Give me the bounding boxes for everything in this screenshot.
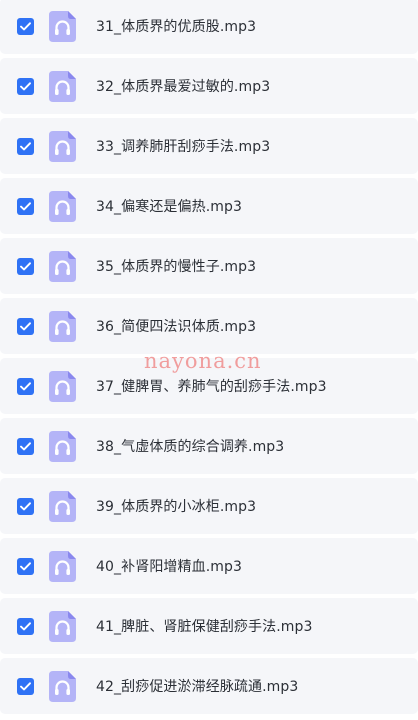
headphones-audio-file-icon (49, 670, 76, 702)
headphones-audio-file-icon (49, 190, 76, 222)
file-checkbox[interactable] (17, 17, 34, 35)
checkmark-icon (20, 621, 31, 630)
headphones-audio-file-icon (49, 550, 76, 582)
headphones-audio-file-icon (49, 370, 76, 402)
file-row-8[interactable]: 38_气虚体质的综合调养.mp3 (0, 418, 418, 474)
headphones-audio-file-icon (49, 610, 76, 642)
file-name: 39_体质界的小冰柜.mp3 (96, 499, 257, 515)
file-row-2[interactable]: 32_体质界最爱过敏的.mp3 (0, 58, 418, 114)
headphones-audio-file-icon (49, 10, 76, 42)
file-row-11[interactable]: 41_脾脏、肾脏保健刮痧手法.mp3 (0, 598, 418, 654)
file-name: 31_体质界的优质股.mp3 (96, 19, 257, 35)
file-name: 38_气虚体质的综合调养.mp3 (96, 439, 285, 455)
checkmark-icon (20, 501, 31, 510)
checkmark-icon (20, 261, 31, 270)
file-row-3[interactable]: 33_调养肺肝刮痧手法.mp3 (0, 118, 418, 174)
file-checkbox[interactable] (17, 437, 34, 455)
file-checkbox[interactable] (17, 617, 34, 635)
file-checkbox[interactable] (17, 257, 34, 275)
file-row-1[interactable]: 31_体质界的优质股.mp3 (0, 0, 418, 54)
headphones-audio-file-icon (49, 490, 76, 522)
file-checkbox[interactable] (17, 497, 34, 515)
headphones-audio-file-icon (49, 310, 76, 342)
file-row-4[interactable]: 34_偏寒还是偏热.mp3 (0, 178, 418, 234)
file-name: 36_简便四法识体质.mp3 (96, 319, 257, 335)
headphones-audio-file-icon (49, 250, 76, 282)
file-row-5[interactable]: 35_体质界的慢性子.mp3 (0, 238, 418, 294)
file-checkbox[interactable] (17, 317, 34, 335)
file-name: 33_调养肺肝刮痧手法.mp3 (96, 139, 271, 155)
file-checkbox[interactable] (17, 197, 34, 215)
file-name: 41_脾脏、肾脏保健刮痧手法.mp3 (96, 619, 313, 635)
file-row-12[interactable]: 42_刮痧促进淤滞经脉疏通.mp3 (0, 658, 418, 714)
file-checkbox[interactable] (17, 377, 34, 395)
file-name: 35_体质界的慢性子.mp3 (96, 259, 257, 275)
checkmark-icon (20, 321, 31, 330)
file-name: 32_体质界最爱过敏的.mp3 (96, 79, 271, 95)
checkmark-icon (20, 681, 31, 690)
file-checkbox[interactable] (17, 557, 34, 575)
file-name: 40_补肾阳增精血.mp3 (96, 559, 242, 575)
file-list: 31_体质界的优质股.mp3 32_体质界最爱过敏的.mp3 33_调养肺肝刮痧… (0, 0, 418, 720)
file-checkbox[interactable] (17, 677, 34, 695)
checkmark-icon (20, 381, 31, 390)
file-row-7[interactable]: 37_健脾胃、养肺气的刮痧手法.mp3 (0, 358, 418, 414)
checkmark-icon (20, 81, 31, 90)
file-row-10[interactable]: 40_补肾阳增精血.mp3 (0, 538, 418, 594)
checkmark-icon (20, 21, 31, 30)
headphones-audio-file-icon (49, 430, 76, 462)
checkmark-icon (20, 441, 31, 450)
checkmark-icon (20, 201, 31, 210)
checkmark-icon (20, 561, 31, 570)
file-name: 34_偏寒还是偏热.mp3 (96, 199, 242, 215)
file-name: 42_刮痧促进淤滞经脉疏通.mp3 (96, 679, 299, 695)
headphones-audio-file-icon (49, 130, 76, 162)
file-name: 37_健脾胃、养肺气的刮痧手法.mp3 (96, 379, 327, 395)
file-checkbox[interactable] (17, 137, 34, 155)
file-row-6[interactable]: 36_简便四法识体质.mp3 (0, 298, 418, 354)
checkmark-icon (20, 141, 31, 150)
headphones-audio-file-icon (49, 70, 76, 102)
file-row-9[interactable]: 39_体质界的小冰柜.mp3 (0, 478, 418, 534)
file-checkbox[interactable] (17, 77, 34, 95)
